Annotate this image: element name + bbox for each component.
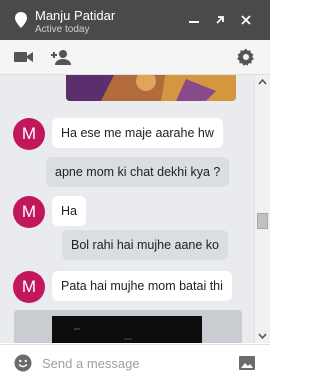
message-bubble-incoming: Ha ese me maje aarahe hw bbox=[52, 118, 223, 148]
contact-avatar[interactable]: M bbox=[13, 196, 45, 228]
scrollbar-thumb[interactable] bbox=[257, 213, 268, 229]
avatar-letter: M bbox=[21, 277, 37, 296]
close-icon[interactable] bbox=[238, 12, 254, 28]
message-bubble-incoming: Ha bbox=[52, 196, 86, 226]
avatar-letter: M bbox=[21, 124, 37, 143]
popout-icon[interactable] bbox=[212, 12, 228, 28]
message-composer bbox=[0, 344, 270, 380]
emoji-icon[interactable] bbox=[14, 354, 32, 372]
video-attachment[interactable] bbox=[14, 310, 242, 343]
shared-image[interactable] bbox=[66, 75, 236, 101]
message-bubble-outgoing: apne mom ki chat dekhi kya ? bbox=[46, 157, 230, 187]
scroll-up-icon[interactable] bbox=[255, 75, 270, 89]
contact-name: Manju Patidar bbox=[35, 8, 116, 23]
contact-avatar[interactable]: M bbox=[13, 118, 45, 150]
image-icon[interactable] bbox=[238, 354, 256, 372]
thread-scrollbar[interactable] bbox=[254, 75, 270, 343]
contact-avatar[interactable]: M bbox=[13, 271, 45, 303]
avatar-letter: M bbox=[21, 202, 37, 221]
location-pin-icon bbox=[14, 12, 28, 28]
chat-title-bar[interactable]: Manju Patidar Active today bbox=[0, 0, 270, 40]
minimize-icon[interactable] bbox=[186, 12, 202, 28]
chat-toolbar bbox=[0, 40, 270, 75]
gear-icon[interactable] bbox=[236, 47, 256, 67]
contact-status: Active today bbox=[35, 24, 90, 35]
message-thread[interactable]: M Ha ese me maje aarahe hw apne mom ki c… bbox=[0, 75, 270, 343]
message-bubble-incoming: Pata hai mujhe mom batai thi bbox=[52, 271, 232, 301]
add-person-icon[interactable] bbox=[50, 48, 72, 66]
scroll-down-icon[interactable] bbox=[255, 329, 270, 343]
video-call-icon[interactable] bbox=[13, 48, 35, 66]
message-bubble-outgoing: Bol rahi hai mujhe aane ko bbox=[62, 230, 229, 260]
message-input[interactable] bbox=[42, 353, 222, 373]
